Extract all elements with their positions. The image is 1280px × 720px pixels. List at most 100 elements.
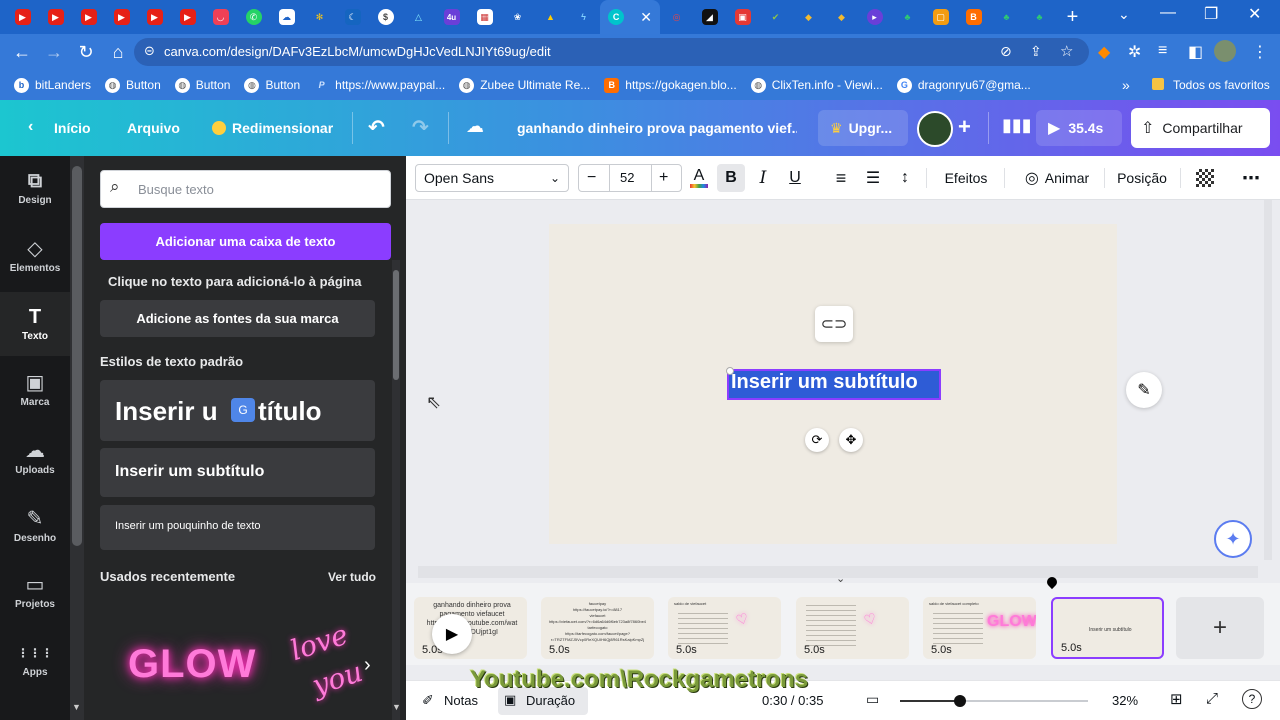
rail-item-text[interactable]: T Texto — [0, 292, 70, 356]
reload-icon[interactable]: ↻ — [70, 36, 102, 68]
back-icon[interactable]: ← — [6, 36, 38, 68]
metamask-icon[interactable]: ◆ — [1098, 42, 1110, 62]
selected-text-box[interactable]: Inserir um subtítulo — [727, 369, 941, 400]
page-view-icon[interactable]: ▭ — [866, 691, 879, 708]
effects-button[interactable]: Efeitos — [938, 164, 994, 192]
browser-tab[interactable]: 4u — [435, 0, 468, 34]
zoom-slider[interactable] — [900, 695, 1088, 707]
home-icon[interactable]: ⌂ — [102, 36, 134, 68]
help-icon[interactable]: ? — [1242, 689, 1262, 709]
browser-tab[interactable]: ✻ — [303, 0, 336, 34]
see-all-link[interactable]: Ver tudo — [328, 570, 376, 584]
browser-tab[interactable]: ▲ — [534, 0, 567, 34]
font-size-input[interactable]: 52 — [620, 170, 634, 185]
browser-tab[interactable]: B — [957, 0, 990, 34]
extensions-icon[interactable]: ✲ — [1128, 42, 1141, 62]
font-family-select[interactable]: Open Sans ⌄ — [415, 164, 569, 192]
undo-icon[interactable]: ↶ — [368, 115, 385, 140]
browser-tab[interactable]: ▶ — [138, 0, 171, 34]
bookmark-item[interactable]: ◍ ClixTen.info - Viewi... — [750, 77, 883, 93]
browser-tab[interactable]: ◢ — [693, 0, 726, 34]
resize-handle[interactable] — [726, 367, 734, 375]
new-tab-button[interactable]: + — [1056, 0, 1089, 34]
panel-scroll-down-icon[interactable]: ▼ — [392, 702, 401, 712]
zoom-value[interactable]: 32% — [1112, 693, 1138, 708]
style-title-preset[interactable]: Inserir u G título — [100, 380, 375, 441]
rail-item-draw[interactable]: ✎ Desenho — [0, 494, 70, 558]
underline-button[interactable]: U — [784, 164, 806, 192]
eye-off-icon[interactable]: ⊘ — [1000, 43, 1012, 60]
restore-icon[interactable]: ❐ — [1204, 4, 1218, 24]
page-thumbnail-current[interactable]: Inserir um subtítulo 5.0s — [1051, 597, 1164, 659]
media-icon[interactable]: ≡ — [1158, 42, 1167, 60]
browser-tab-active[interactable]: C ✕ — [600, 0, 660, 34]
rail-item-uploads[interactable]: ☁ Uploads — [0, 426, 70, 490]
add-collaborator-icon[interactable]: + — [958, 114, 971, 140]
close-tab-icon[interactable]: ✕ — [640, 9, 652, 26]
transparency-icon[interactable] — [1194, 164, 1216, 192]
browser-tab[interactable]: ❀ — [501, 0, 534, 34]
browser-tab[interactable]: ♣ — [891, 0, 924, 34]
timeline-play-icon[interactable]: ▶ — [432, 614, 472, 654]
browser-tab[interactable]: ▶ — [105, 0, 138, 34]
minimize-icon[interactable]: — — [1160, 4, 1176, 22]
increase-font-size-button[interactable]: + — [659, 169, 668, 187]
browser-tab[interactable]: ♣ — [990, 0, 1023, 34]
user-avatar[interactable] — [917, 111, 953, 147]
rail-item-apps[interactable]: ⋮⋮⋮ Apps — [0, 628, 70, 692]
rotate-icon[interactable]: ⟳ — [805, 428, 829, 452]
zoom-slider-knob[interactable] — [954, 695, 966, 707]
tab-search-icon[interactable]: ⌄ — [1118, 6, 1130, 23]
bookmark-item[interactable]: Bhttps://gokagen.blo... — [604, 77, 737, 93]
workspace-scrollbar[interactable] — [1264, 200, 1272, 560]
menu-icon[interactable]: ⋮ — [1252, 42, 1268, 62]
page-thumbnail[interactable]: saldo de viefaucet completo GLOW 5.0s — [923, 597, 1036, 659]
fullscreen-icon[interactable]: ⤢ — [1206, 690, 1218, 707]
design-title[interactable]: ganhando dinheiro prova pagamento vief..… — [517, 120, 797, 136]
more-options-icon[interactable]: ⋯ — [1240, 164, 1262, 192]
bookmark-item[interactable]: Phttps://www.paypal... — [314, 78, 446, 93]
address-bar[interactable]: ⊝ canva.com/design/DAFv3EzLbcM/umcwDgHJc… — [134, 38, 1089, 66]
browser-tab[interactable]: ♣ — [1023, 0, 1056, 34]
browser-tab[interactable]: ▦ — [468, 0, 501, 34]
panel-scrollbar-thumb[interactable] — [393, 270, 399, 380]
browser-tab[interactable]: ▣ — [726, 0, 759, 34]
outer-scrollbar[interactable] — [72, 166, 82, 546]
chevron-right-icon[interactable]: › — [364, 654, 371, 677]
list-icon[interactable]: ☰ — [862, 164, 884, 192]
bold-button[interactable]: B — [717, 164, 745, 192]
spacing-icon[interactable]: ↕ — [894, 164, 916, 192]
redo-icon[interactable]: ↷ — [412, 115, 429, 140]
browser-tab[interactable]: △ — [402, 0, 435, 34]
scroll-down-icon[interactable]: ▼ — [72, 702, 81, 712]
browser-tab[interactable]: ◆ — [792, 0, 825, 34]
browser-tab[interactable]: ◎ — [660, 0, 693, 34]
rail-item-brand[interactable]: ▣ Marca — [0, 358, 70, 422]
page-thumbnail[interactable]: ♡ 5.0s — [796, 597, 909, 659]
window-close-icon[interactable]: ✕ — [1248, 4, 1261, 24]
more-bookmarks-icon[interactable]: » — [1122, 77, 1130, 93]
star-icon[interactable]: ☆ — [1060, 42, 1073, 60]
browser-tab[interactable]: ✔ — [759, 0, 792, 34]
align-center-icon[interactable]: ≡ — [830, 164, 852, 192]
recent-glow-template[interactable]: GLOW — [100, 606, 255, 714]
subtitle-text[interactable]: Inserir um subtítulo — [731, 371, 918, 394]
style-subtitle-preset[interactable]: Inserir um subtítulo — [100, 448, 375, 497]
home-button[interactable]: Início — [54, 120, 91, 136]
bookmark-item[interactable]: ◍ Button — [174, 77, 230, 93]
share-button[interactable]: ⇧ Compartilhar — [1131, 108, 1270, 148]
browser-tab[interactable]: ▸ — [858, 0, 891, 34]
page-thumbnail[interactable]: faucetpay https://faucetpay.io/?r=8817 v… — [541, 597, 654, 659]
browser-tab[interactable]: ϟ — [567, 0, 600, 34]
forward-icon[interactable]: → — [38, 36, 70, 68]
page-thumbnail[interactable]: saldo de viefaucet ♡ 5.0s — [668, 597, 781, 659]
magic-assistant-icon[interactable]: ✦ — [1214, 520, 1252, 558]
browser-tab[interactable]: ✆ — [237, 0, 270, 34]
browser-tab[interactable]: ▢ — [924, 0, 957, 34]
animate-button[interactable]: ◎ Animar — [1014, 164, 1100, 192]
all-bookmarks-label[interactable]: Todos os favoritos — [1173, 78, 1270, 92]
recent-love-template[interactable]: love you — [260, 606, 375, 714]
browser-tab[interactable]: ☾ — [336, 0, 369, 34]
search-input[interactable]: ⌕ Busque texto — [100, 170, 391, 208]
cloud-sync-icon[interactable]: ☁ — [466, 116, 484, 137]
